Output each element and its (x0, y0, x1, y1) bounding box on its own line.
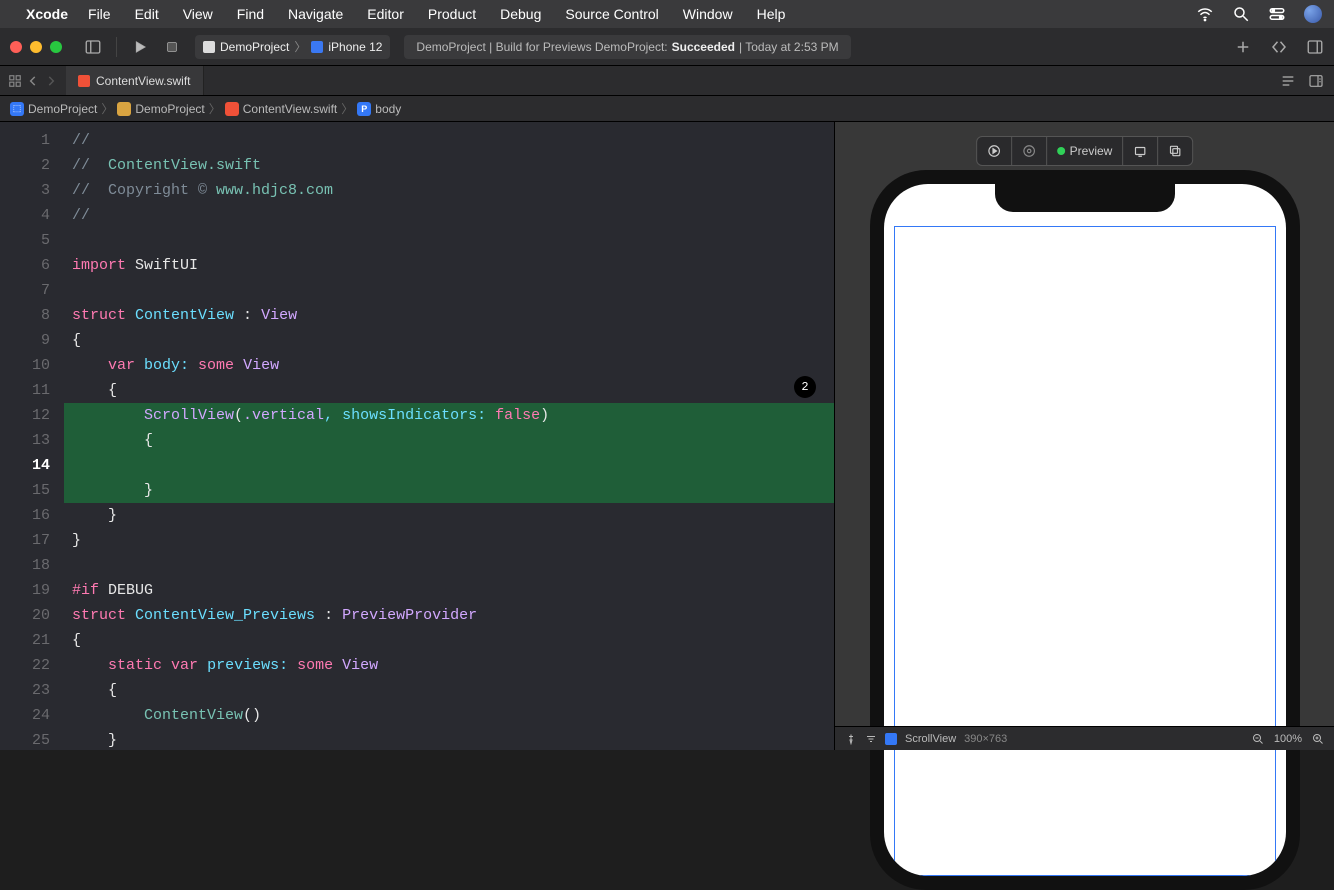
minimap-icon[interactable] (1280, 73, 1296, 89)
breadcrumb-symbol[interactable]: body (375, 102, 401, 116)
stop-button[interactable] (163, 38, 181, 56)
tab-bar: ContentView.swift (0, 66, 1334, 96)
spotlight-icon[interactable] (1232, 5, 1250, 23)
project-icon: ⬚ (10, 102, 24, 116)
code-review-icon[interactable] (1270, 38, 1288, 56)
live-preview-button[interactable] (977, 137, 1012, 165)
selected-view-name: ScrollView (905, 733, 956, 745)
menu-navigate[interactable]: Navigate (288, 6, 343, 22)
scheme-selector[interactable]: DemoProject 〉 iPhone 12 (195, 35, 390, 59)
zoom-level-label[interactable]: 100% (1274, 733, 1302, 745)
window-controls (10, 41, 62, 53)
menu-editor[interactable]: Editor (367, 6, 404, 22)
menu-window[interactable]: Window (683, 6, 733, 22)
status-time: | Today at 2:53 PM (739, 40, 839, 54)
code-content[interactable]: // // ContentView.swift // Copyright © w… (64, 122, 834, 750)
add-button[interactable] (1234, 38, 1252, 56)
chevron-right-icon: 〉 (341, 100, 353, 117)
menu-help[interactable]: Help (757, 6, 786, 22)
scheme-project-label: DemoProject (220, 40, 289, 54)
minimize-window-button[interactable] (30, 41, 42, 53)
duplicate-preview-button[interactable] (1158, 137, 1192, 165)
control-center-icon[interactable] (1268, 5, 1286, 23)
preview-device-screen[interactable] (884, 184, 1286, 876)
line-gutter: 1234567891011121314151617181920212223242… (0, 122, 64, 750)
issue-count-badge[interactable]: 2 (794, 376, 816, 398)
adjust-editor-icon[interactable] (1308, 73, 1324, 89)
device-notch (995, 184, 1175, 212)
status-result: Succeeded (672, 40, 735, 54)
breadcrumb-folder[interactable]: DemoProject (135, 102, 204, 116)
tab-label: ContentView.swift (96, 74, 191, 88)
breadcrumb-project[interactable]: DemoProject (28, 102, 97, 116)
chevron-right-icon: 〉 (101, 100, 113, 117)
project-badge-icon (203, 41, 215, 53)
tab-contentview[interactable]: ContentView.swift (66, 66, 204, 95)
folder-icon (117, 102, 131, 116)
account-icon[interactable] (1304, 5, 1322, 23)
toggle-navigator-icon[interactable] (84, 38, 102, 56)
menu-edit[interactable]: Edit (135, 6, 159, 22)
selected-view-outline[interactable] (894, 226, 1276, 876)
toggle-inspector-icon[interactable] (1306, 38, 1324, 56)
preview-canvas: Preview ScrollView 390×763 100% (834, 122, 1334, 750)
preview-toolbar: Preview (976, 136, 1194, 166)
breadcrumb-file[interactable]: ContentView.swift (243, 102, 338, 116)
view-type-icon (885, 733, 897, 745)
build-status-bar[interactable]: DemoProject | Build for Previews DemoPro… (404, 35, 850, 59)
macos-menubar: Xcode File Edit View Find Navigate Edito… (0, 0, 1334, 28)
selected-view-dims: 390×763 (964, 733, 1007, 745)
status-prefix: DemoProject | Build for Previews DemoPro… (416, 40, 667, 54)
menu-debug[interactable]: Debug (500, 6, 541, 22)
menu-view[interactable]: View (183, 6, 213, 22)
filter-icon[interactable] (865, 733, 877, 745)
menu-file[interactable]: File (88, 6, 111, 22)
wifi-icon[interactable] (1196, 5, 1214, 23)
device-settings-button[interactable] (1123, 137, 1158, 165)
run-button[interactable] (131, 38, 149, 56)
back-button[interactable] (26, 74, 40, 88)
chevron-right-icon: 〉 (294, 38, 306, 55)
property-icon: P (357, 102, 371, 116)
xcode-toolbar: DemoProject 〉 iPhone 12 DemoProject | Bu… (0, 28, 1334, 66)
zoom-window-button[interactable] (50, 41, 62, 53)
status-dot-icon (1057, 147, 1065, 155)
jump-bar: ⬚ DemoProject 〉 DemoProject 〉 ContentVie… (0, 96, 1334, 122)
preview-status-label[interactable]: Preview (1047, 137, 1124, 165)
preview-status-bar: ScrollView 390×763 100% (835, 726, 1334, 750)
menu-find[interactable]: Find (237, 6, 264, 22)
pin-icon[interactable] (845, 733, 857, 745)
close-window-button[interactable] (10, 41, 22, 53)
preview-device-frame (870, 170, 1300, 890)
swift-file-icon (225, 102, 239, 116)
menu-product[interactable]: Product (428, 6, 476, 22)
zoom-in-button[interactable] (1312, 733, 1324, 745)
device-badge-icon (311, 41, 323, 53)
zoom-out-button[interactable] (1252, 733, 1264, 745)
menubar-app-name[interactable]: Xcode (26, 6, 68, 22)
related-items-icon[interactable] (8, 74, 22, 88)
chevron-right-icon: 〉 (209, 100, 221, 117)
preview-on-device-button[interactable] (1012, 137, 1047, 165)
forward-button[interactable] (44, 74, 58, 88)
scheme-device-label: iPhone 12 (328, 40, 382, 54)
menu-sourcecontrol[interactable]: Source Control (565, 6, 658, 22)
swift-file-icon (78, 75, 90, 87)
code-editor[interactable]: 1234567891011121314151617181920212223242… (0, 122, 834, 750)
